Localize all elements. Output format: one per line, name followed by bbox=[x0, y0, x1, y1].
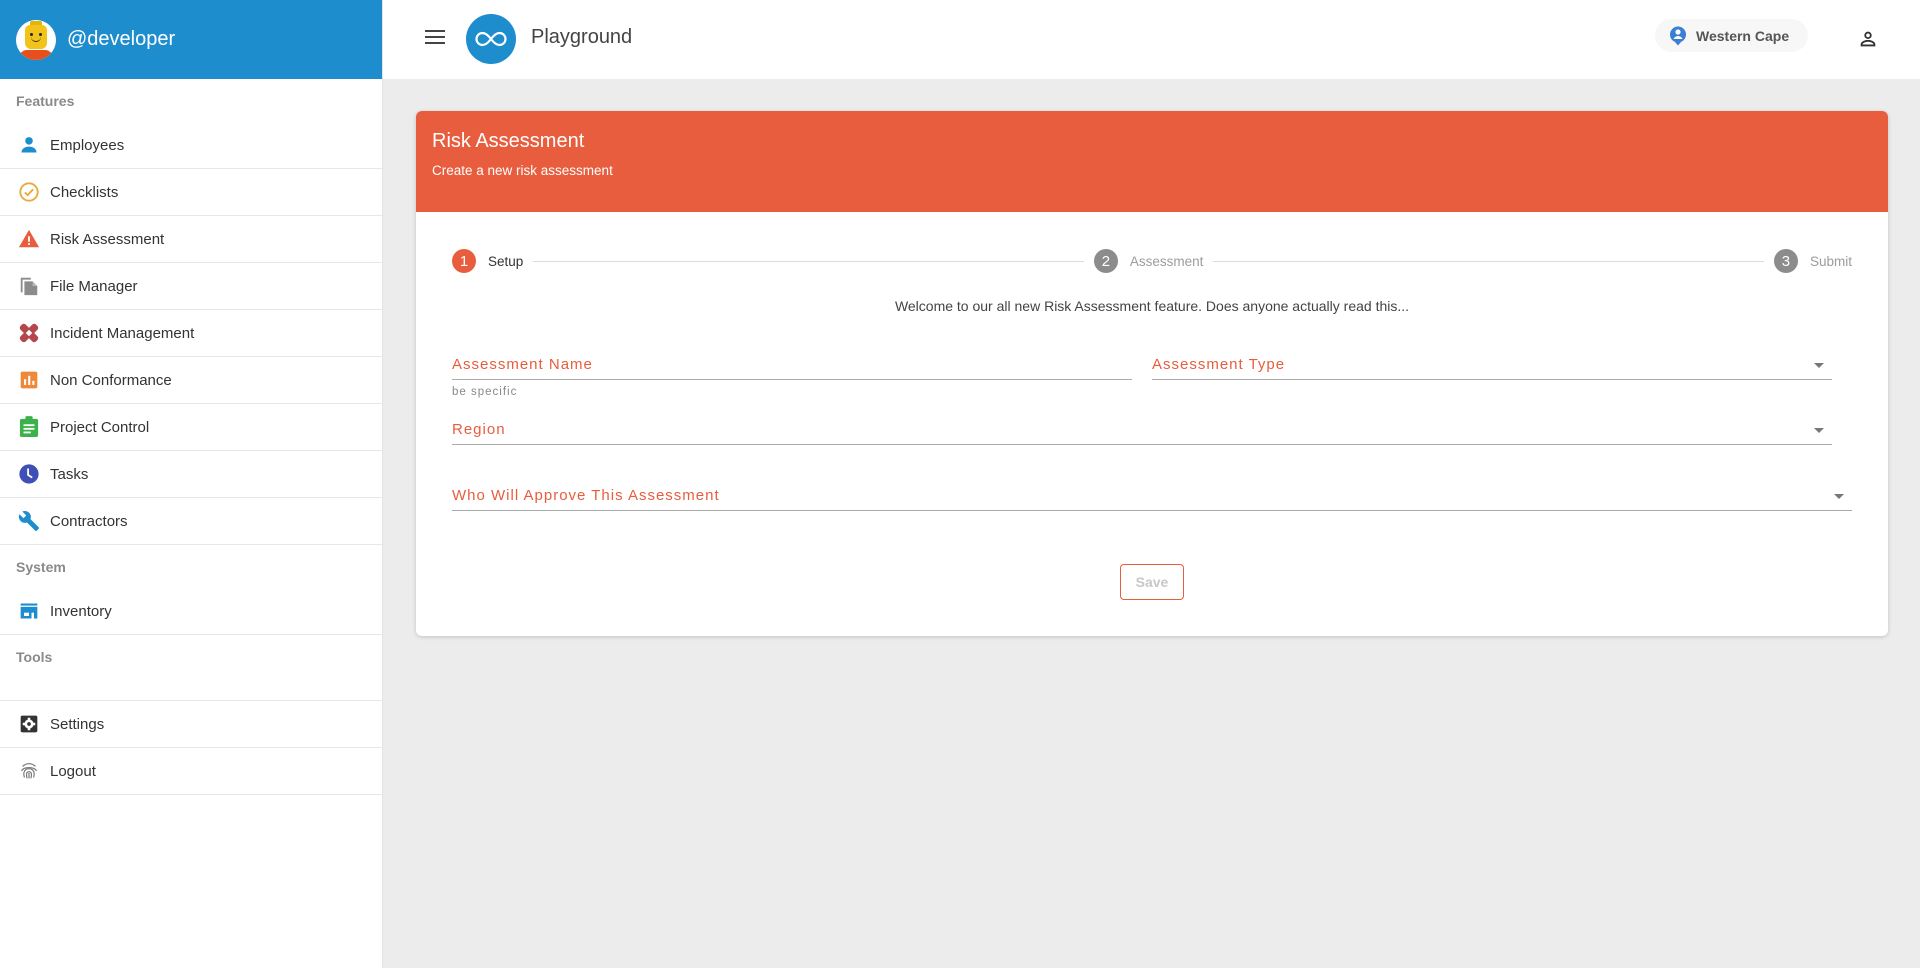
step-number: 1 bbox=[452, 249, 476, 273]
card-title: Risk Assessment bbox=[432, 130, 585, 152]
assessment-type-select[interactable]: Assessment Type bbox=[1152, 346, 1832, 380]
account-icon[interactable] bbox=[1857, 28, 1879, 50]
dropdown-arrow-icon bbox=[1814, 428, 1824, 433]
sidebar-item-checklists[interactable]: Checklists bbox=[0, 169, 382, 216]
section-label-tools: Tools bbox=[16, 648, 53, 665]
sidebar-item-label: File Manager bbox=[50, 277, 138, 295]
stepper: 1 Setup 2 Assessment 3 Submit bbox=[452, 249, 1852, 273]
field-label: Region bbox=[452, 421, 506, 438]
person-icon bbox=[18, 134, 40, 156]
sidebar-item-file-manager[interactable]: File Manager bbox=[0, 263, 382, 310]
risk-assessment-card: Risk Assessment Create a new risk assess… bbox=[416, 111, 1888, 636]
region-label: Western Cape bbox=[1696, 27, 1790, 44]
step-label: Submit bbox=[1809, 253, 1852, 269]
username: @developer bbox=[67, 28, 176, 50]
sidebar-item-label: Non Conformance bbox=[50, 371, 172, 389]
sidebar-item-project-control[interactable]: Project Control bbox=[0, 404, 382, 451]
sidebar-item-contractors[interactable]: Contractors bbox=[0, 498, 382, 545]
assessment-name-hint: be specific bbox=[452, 386, 518, 398]
sidebar-item-label: Logout bbox=[50, 762, 96, 780]
sidebar-item-inventory[interactable]: Inventory bbox=[0, 588, 382, 635]
sidebar-item-incident-management[interactable]: Incident Management bbox=[0, 310, 382, 357]
settings-icon bbox=[18, 713, 40, 735]
top-app-bar: Playground Western Cape bbox=[383, 0, 1920, 79]
sidebar-item-label: Tasks bbox=[50, 465, 89, 483]
bandage-icon bbox=[18, 322, 40, 344]
app-title: Playground bbox=[531, 26, 633, 48]
check-circle-icon bbox=[18, 181, 40, 203]
sidebar-item-settings[interactable]: Settings bbox=[0, 701, 382, 748]
avatar[interactable] bbox=[16, 19, 56, 60]
sidebar-item-label: Employees bbox=[50, 136, 125, 154]
step-connector bbox=[1213, 260, 1764, 262]
step-label: Setup bbox=[488, 253, 524, 269]
approver-select[interactable]: Who Will Approve This Assessment bbox=[452, 477, 1852, 511]
field-label: Assessment Name bbox=[452, 356, 593, 373]
sidebar-item-label: Settings bbox=[50, 715, 105, 733]
card-header: Risk Assessment Create a new risk assess… bbox=[416, 111, 1888, 212]
card-subtitle: Create a new risk assessment bbox=[432, 163, 613, 178]
sidebar-item-label: Contractors bbox=[50, 512, 128, 530]
fingerprint-icon bbox=[18, 760, 40, 782]
section-label-features: Features bbox=[16, 92, 75, 109]
region-select[interactable]: Region bbox=[452, 411, 1832, 445]
dropdown-arrow-icon bbox=[1814, 363, 1824, 368]
sidebar-item-tasks[interactable]: Tasks bbox=[0, 451, 382, 498]
region-selector[interactable]: Western Cape bbox=[1655, 19, 1808, 52]
sidebar-item-logout[interactable]: Logout bbox=[0, 748, 382, 795]
step-setup[interactable]: 1 Setup bbox=[452, 249, 523, 273]
dropdown-arrow-icon bbox=[1834, 494, 1844, 499]
person-pin-icon bbox=[1670, 26, 1686, 45]
warning-icon bbox=[18, 228, 40, 250]
clock-icon bbox=[18, 463, 40, 485]
menu-icon[interactable] bbox=[425, 30, 445, 46]
file-copy-icon bbox=[18, 275, 40, 297]
store-icon bbox=[18, 600, 40, 622]
step-connector bbox=[533, 260, 1084, 262]
step-assessment[interactable]: 2 Assessment bbox=[1093, 249, 1204, 273]
welcome-message: Welcome to our all new Risk Assessment f… bbox=[894, 298, 1410, 314]
sidebar-item-label: Incident Management bbox=[50, 324, 195, 342]
step-number: 3 bbox=[1773, 249, 1798, 273]
field-label: Assessment Type bbox=[1152, 356, 1286, 373]
sidebar-item-label: Project Control bbox=[50, 418, 150, 436]
divider bbox=[0, 678, 382, 701]
sidebar-item-label: Inventory bbox=[50, 602, 112, 620]
sidebar-item-label: Risk Assessment bbox=[50, 230, 165, 248]
sidebar-item-label: Checklists bbox=[50, 183, 119, 201]
profile-header: @developer bbox=[0, 0, 382, 79]
clipboard-icon bbox=[18, 416, 40, 438]
step-label: Assessment bbox=[1129, 253, 1204, 269]
sidebar: @developer Features Employees Checklists… bbox=[0, 0, 383, 968]
wrench-icon bbox=[18, 510, 40, 532]
assessment-name-input[interactable]: Assessment Name bbox=[452, 346, 1132, 380]
section-label-system: System bbox=[16, 558, 66, 575]
sidebar-item-risk-assessment[interactable]: Risk Assessment bbox=[0, 216, 382, 263]
save-button[interactable]: Save bbox=[1120, 564, 1184, 600]
sidebar-item-employees[interactable]: Employees bbox=[0, 122, 382, 169]
step-number: 2 bbox=[1093, 249, 1118, 273]
chart-icon bbox=[18, 369, 40, 391]
sidebar-item-non-conformance[interactable]: Non Conformance bbox=[0, 357, 382, 404]
app-logo-infinity-icon bbox=[466, 14, 516, 64]
step-submit[interactable]: 3 Submit bbox=[1773, 249, 1852, 273]
field-label: Who Will Approve This Assessment bbox=[452, 487, 720, 504]
